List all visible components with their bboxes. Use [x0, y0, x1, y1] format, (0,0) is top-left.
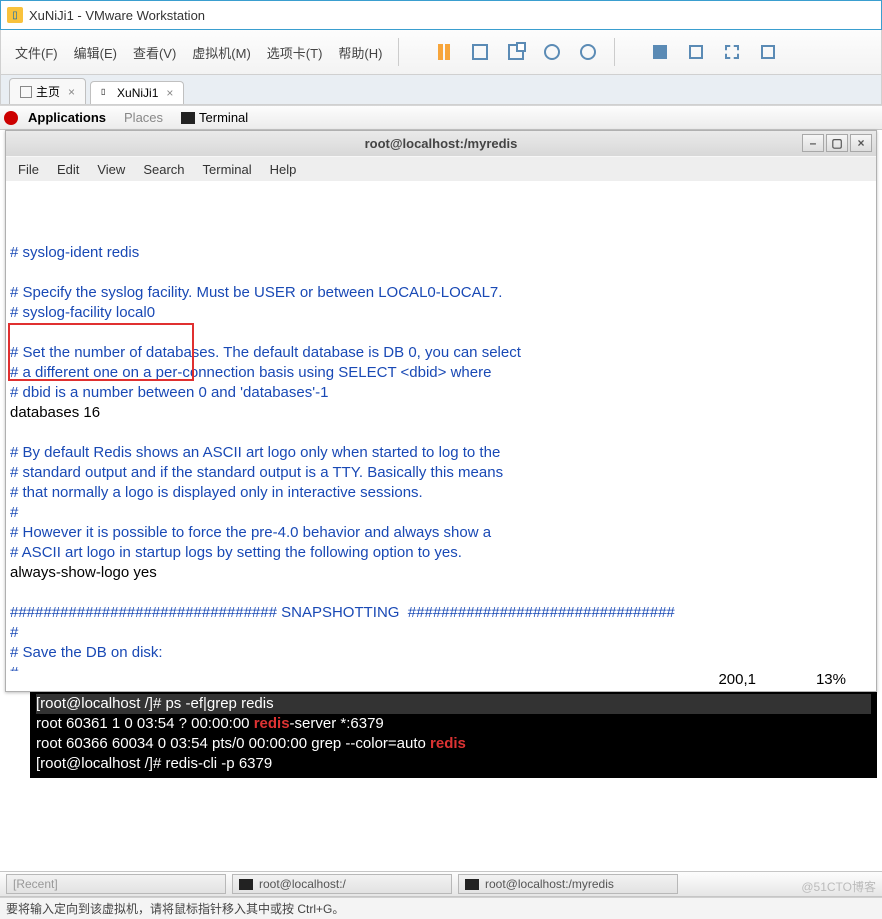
snapshot-mgr-icon[interactable]	[504, 40, 528, 64]
close-icon[interactable]: ×	[166, 86, 173, 100]
tab-home[interactable]: 主页 ×	[9, 78, 86, 104]
editor-line: # dbid is a number between 0 and 'databa…	[10, 383, 872, 403]
shell-line: [root@localhost /]# ps -ef|grep redis	[36, 694, 871, 714]
editor-line: # Set the number of databases. The defau…	[10, 343, 872, 363]
shell-line: root 60361 1 0 03:54 ? 00:00:00 redis-se…	[36, 714, 871, 734]
editor-line: # syslog-facility local0	[10, 303, 872, 323]
vmware-statusbar: 要将输入定向到该虚拟机，请将鼠标指针移入其中或按 Ctrl+G。	[0, 897, 882, 919]
pause-icon[interactable]	[432, 40, 456, 64]
vim-position: 200,1	[718, 671, 756, 688]
redhat-icon[interactable]	[4, 111, 18, 125]
menu-edit[interactable]: 编辑(E)	[68, 39, 123, 66]
editor-line: #	[10, 663, 872, 671]
panel-terminal[interactable]: Terminal	[173, 108, 256, 127]
term-menu-edit[interactable]: Edit	[49, 160, 87, 179]
editor-line: databases 16	[10, 403, 872, 423]
editor-line	[10, 263, 872, 283]
editor-line: # syslog-ident redis	[10, 243, 872, 263]
revert-icon[interactable]	[576, 40, 600, 64]
terminal-window: root@localhost:/myredis – ▢ × File Edit …	[5, 130, 877, 692]
editor-line: # a different one on a per-connection ba…	[10, 363, 872, 383]
editor-line: always-show-logo yes	[10, 563, 872, 583]
menu-file[interactable]: 文件(F)	[9, 39, 64, 66]
gnome-panel: Applications Places Terminal	[0, 105, 882, 130]
stretch-icon[interactable]	[756, 40, 780, 64]
terminal-icon	[465, 879, 479, 890]
editor-line: #	[10, 623, 872, 643]
vm-tab-icon: ▯	[101, 87, 113, 99]
term-menu-file[interactable]: File	[10, 160, 47, 179]
vmware-status-text: 要将输入定向到该虚拟机，请将鼠标指针移入其中或按 Ctrl+G。	[6, 900, 344, 917]
panel-places[interactable]: Places	[116, 108, 171, 127]
menu-vm[interactable]: 虚拟机(M)	[186, 39, 257, 66]
shell-line: root 60366 60034 0 03:54 pts/0 00:00:00 …	[36, 734, 871, 754]
vmware-title: XuNiJi1 - VMware Workstation	[29, 8, 205, 23]
terminal-title: root@localhost:/myredis	[365, 136, 518, 151]
taskbar-term2[interactable]: root@localhost:/myredis	[458, 874, 678, 894]
editor-viewport[interactable]: # syslog-ident redis # Specify the syslo…	[6, 181, 876, 671]
shell-line: [root@localhost /]# redis-cli -p 6379	[36, 754, 871, 774]
close-button[interactable]: ×	[850, 134, 872, 152]
vmware-toolbar: 文件(F) 编辑(E) 查看(V) 虚拟机(M) 选项卡(T) 帮助(H)	[0, 30, 882, 75]
term-menu-help[interactable]: Help	[262, 160, 305, 179]
menu-help[interactable]: 帮助(H)	[332, 39, 388, 66]
unity-icon[interactable]	[684, 40, 708, 64]
editor-line	[10, 583, 872, 603]
maximize-button[interactable]: ▢	[826, 134, 848, 152]
editor-line: # By default Redis shows an ASCII art lo…	[10, 443, 872, 463]
tab-vm[interactable]: ▯ XuNiJi1 ×	[90, 81, 184, 104]
vim-status: 200,1 13%	[6, 671, 876, 691]
term-menu-search[interactable]: Search	[135, 160, 192, 179]
taskbar-term1[interactable]: root@localhost:/	[232, 874, 452, 894]
watermark: @51CTO博客	[801, 878, 876, 895]
editor-line: # standard output and if the standard ou…	[10, 463, 872, 483]
term-menu-view[interactable]: View	[89, 160, 133, 179]
snapshot-icon[interactable]	[468, 40, 492, 64]
vmware-icon: ▯	[7, 7, 23, 23]
home-icon	[20, 86, 32, 98]
editor-line: ################################ SNAPSHO…	[10, 603, 872, 623]
editor-line	[10, 323, 872, 343]
tab-home-label: 主页	[36, 83, 60, 100]
menu-tabs[interactable]: 选项卡(T)	[261, 39, 329, 66]
tab-vm-label: XuNiJi1	[117, 86, 158, 100]
taskbar-recent[interactable]: [Recent]	[6, 874, 226, 894]
clock-icon[interactable]	[540, 40, 564, 64]
editor-line: # ASCII art logo in startup logs by sett…	[10, 543, 872, 563]
menu-view[interactable]: 查看(V)	[127, 39, 182, 66]
terminal-icon	[239, 879, 253, 890]
editor-line: #	[10, 503, 872, 523]
editor-line: # However it is possible to force the pr…	[10, 523, 872, 543]
console-icon[interactable]	[720, 40, 744, 64]
gnome-taskbar: [Recent] root@localhost:/ root@localhost…	[0, 871, 882, 897]
editor-line: # that normally a logo is displayed only…	[10, 483, 872, 503]
vmware-tabstrip: 主页 × ▯ XuNiJi1 ×	[0, 75, 882, 105]
editor-line: # Save the DB on disk:	[10, 643, 872, 663]
terminal-titlebar[interactable]: root@localhost:/myredis – ▢ ×	[6, 131, 876, 156]
vim-percent: 13%	[816, 671, 846, 688]
terminal-menubar: File Edit View Search Terminal Help	[6, 156, 876, 181]
close-icon[interactable]: ×	[68, 85, 75, 99]
terminal-icon	[181, 112, 195, 124]
term-menu-terminal[interactable]: Terminal	[195, 160, 260, 179]
minimize-button[interactable]: –	[802, 134, 824, 152]
editor-line: # Specify the syslog facility. Must be U…	[10, 283, 872, 303]
shell-output[interactable]: [root@localhost /]# ps -ef|grep redis ro…	[30, 692, 877, 778]
fullscreen-icon[interactable]	[648, 40, 672, 64]
vmware-titlebar: ▯ XuNiJi1 - VMware Workstation	[0, 0, 882, 30]
editor-line	[10, 423, 872, 443]
panel-applications[interactable]: Applications	[20, 108, 114, 127]
